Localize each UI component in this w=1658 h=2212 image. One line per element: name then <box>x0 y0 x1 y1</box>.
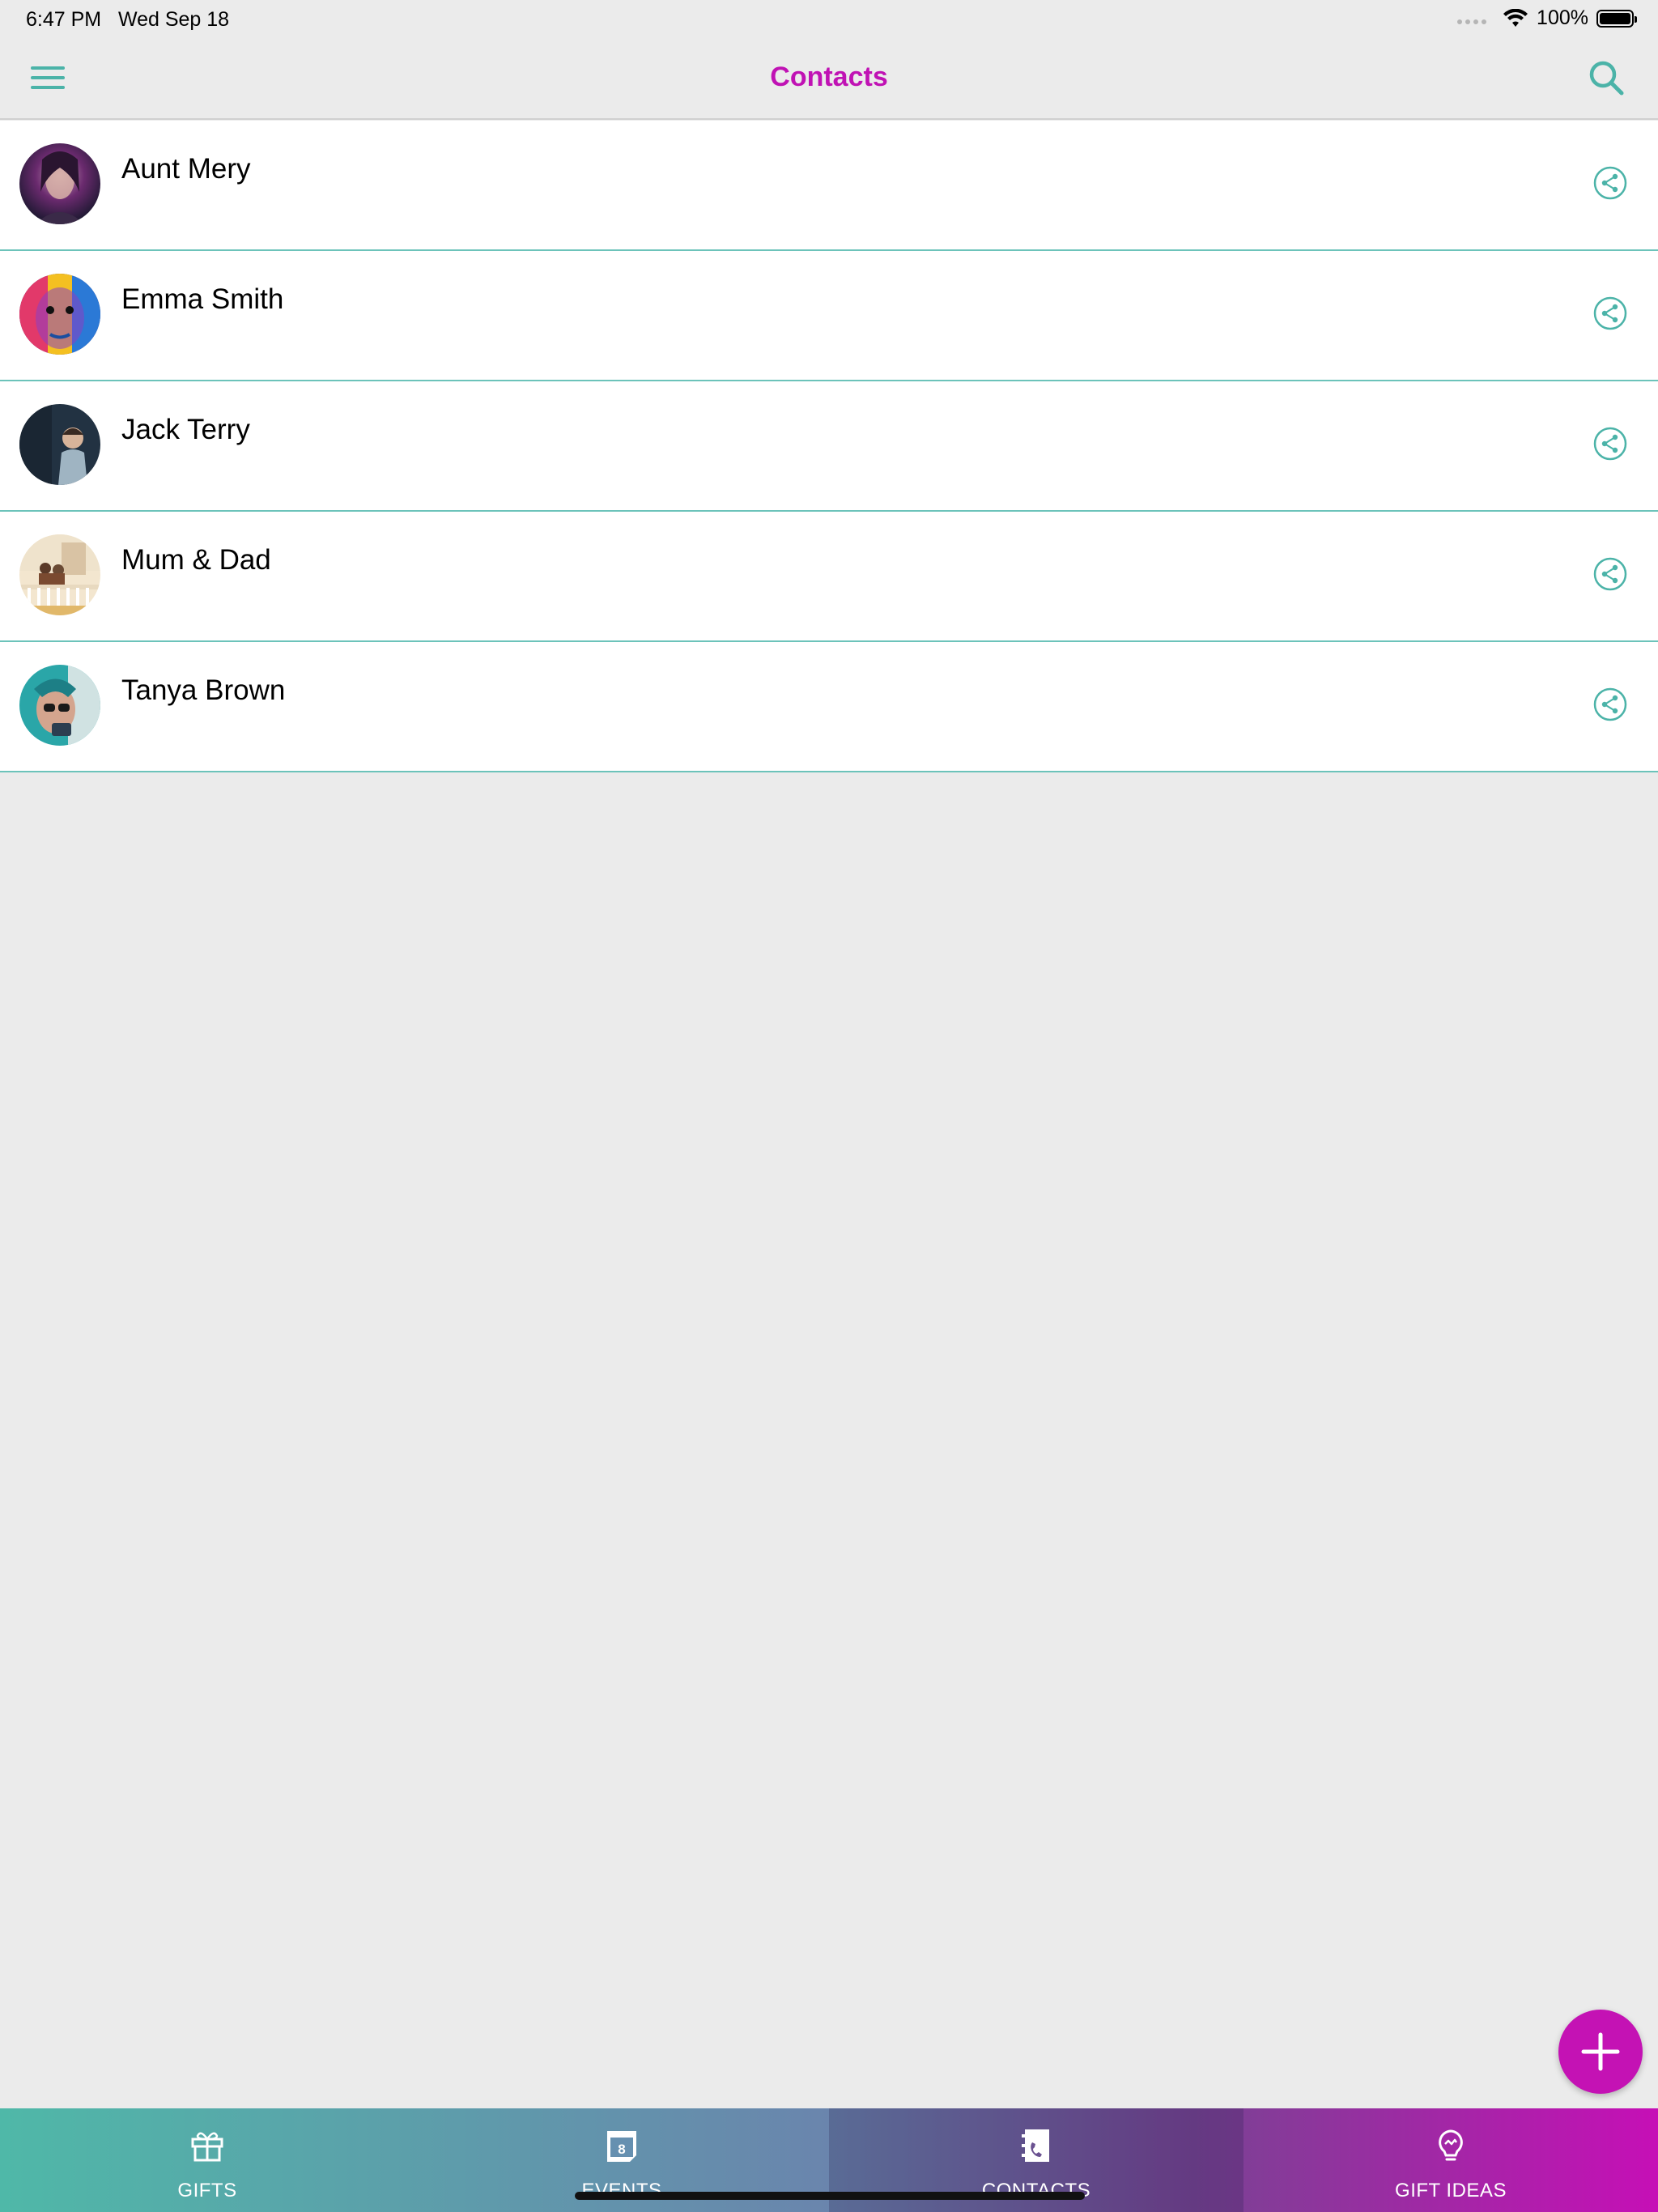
tab-label: GIFTS <box>177 2180 237 2201</box>
page-title: Contacts <box>770 62 888 92</box>
avatar <box>19 665 100 746</box>
contact-name: Tanya Brown <box>121 674 286 706</box>
plus-icon <box>1581 2032 1620 2071</box>
share-icon[interactable] <box>1593 166 1627 200</box>
share-icon[interactable] <box>1593 427 1627 461</box>
navigation-bar: Contacts <box>0 39 1658 120</box>
lightbulb-icon <box>1439 2129 1463 2161</box>
contacts-book-icon <box>1022 2129 1049 2162</box>
share-icon[interactable] <box>1593 557 1627 591</box>
battery-percentage: 100% <box>1537 6 1588 29</box>
calendar-icon: 8 <box>607 2131 636 2162</box>
add-contact-button[interactable] <box>1558 2010 1643 2094</box>
tab-gifts[interactable]: GIFTS <box>0 2108 414 2212</box>
status-indicators: 100% <box>1457 6 1637 30</box>
tab-label: GIFT IDEAS <box>1395 2180 1507 2201</box>
avatar <box>19 274 100 355</box>
contact-row-mum-and-dad[interactable]: Mum & Dad <box>0 512 1658 642</box>
contact-row-emma-smith[interactable]: Emma Smith <box>0 251 1658 381</box>
avatar <box>19 534 100 615</box>
tab-gift-ideas[interactable]: GIFT IDEAS <box>1244 2108 1658 2212</box>
contact-name: Mum & Dad <box>121 544 271 576</box>
contact-row-aunt-mery[interactable]: Aunt Mery <box>0 121 1658 251</box>
share-icon[interactable] <box>1593 687 1627 721</box>
svg-text:8: 8 <box>618 2142 625 2157</box>
avatar <box>19 143 100 224</box>
contact-row-tanya-brown[interactable]: Tanya Brown <box>0 642 1658 772</box>
status-bar: 6:47 PM Wed Sep 18 100% <box>0 0 1658 39</box>
search-icon[interactable] <box>1585 57 1627 99</box>
status-time-date: 6:47 PM Wed Sep 18 <box>26 8 229 32</box>
contact-row-jack-terry[interactable]: Jack Terry <box>0 381 1658 512</box>
status-date: Wed Sep 18 <box>117 8 230 31</box>
contact-name: Emma Smith <box>121 283 284 315</box>
share-icon[interactable] <box>1593 296 1627 330</box>
wifi-icon <box>1503 8 1528 27</box>
gift-icon <box>191 2132 223 2162</box>
multitasking-dots-icon <box>1457 19 1487 24</box>
battery-full-icon <box>1596 9 1637 28</box>
home-indicator[interactable] <box>575 2192 1085 2200</box>
contact-name: Jack Terry <box>121 414 250 445</box>
contact-list: Aunt Mery Emma Smith Jack Terry Mum & Da… <box>0 121 1658 772</box>
status-time: 6:47 PM <box>26 8 102 31</box>
contact-name: Aunt Mery <box>121 153 251 185</box>
avatar <box>19 404 100 485</box>
